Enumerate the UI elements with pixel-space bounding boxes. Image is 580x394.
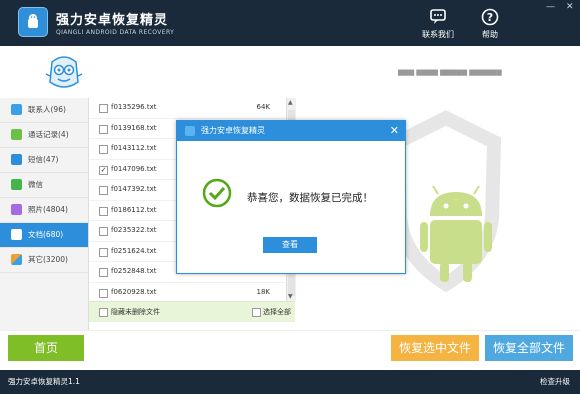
- sms-icon: [11, 154, 22, 165]
- sidebar-item-documents[interactable]: 文档(680): [0, 223, 88, 248]
- file-size: 18K: [256, 287, 271, 296]
- sidebar-item-label: 通话记录(4): [28, 130, 69, 139]
- file-name: f0139168.txt: [111, 123, 157, 132]
- dialog-title-bar: 强力安卓恢复精灵 ✕: [177, 121, 405, 141]
- sidebar-item-wechat[interactable]: 微信: [0, 173, 88, 198]
- file-name: f0143112.txt: [111, 144, 157, 152]
- sidebar-item-other[interactable]: 其它(3200): [0, 248, 88, 273]
- hide-undeleted-checkbox[interactable]: [99, 308, 108, 317]
- sidebar-item-photos[interactable]: 照片(4804): [0, 198, 88, 223]
- dialog-message: 恭喜您，数据恢复已完成！: [247, 192, 373, 204]
- contacts-icon: [11, 104, 22, 115]
- banner: ▆▆▆ ▆▆▆▆ ▆▆▆▆▆ ▆▆▆▆▆▆: [0, 46, 580, 98]
- hide-undeleted-label: 隐藏未删除文件: [111, 308, 160, 316]
- document-icon: [11, 229, 22, 240]
- photo-icon: [11, 204, 22, 215]
- select-all-checkbox[interactable]: [252, 308, 261, 317]
- file-name: f0186112.txt: [111, 205, 157, 214]
- success-check-icon: [202, 178, 232, 210]
- file-checkbox-checked[interactable]: ✓: [99, 165, 108, 175]
- sidebar-item-label: 照片(4804): [28, 205, 68, 214]
- file-checkbox[interactable]: [99, 145, 108, 154]
- version-label: 强力安卓恢复精灵1.1: [8, 377, 80, 386]
- sidebar-item-label: 其它(3200): [28, 255, 68, 264]
- category-sidebar: 联系人(96) 通话记录(4) 短信(47) 微信 照片(4804) 文档(68…: [0, 98, 89, 330]
- scroll-down-icon[interactable]: ▼: [288, 293, 293, 300]
- file-name: f0251624.txt: [111, 246, 157, 255]
- sidebar-item-label: 微信: [28, 180, 43, 189]
- mascot-icon: [44, 52, 84, 96]
- sidebar-item-label: 短信(47): [28, 155, 59, 164]
- file-name: f0135296.txt: [111, 103, 157, 111]
- check-update-link[interactable]: 检查升级: [540, 370, 570, 394]
- sidebar-item-contacts[interactable]: 联系人(96): [0, 98, 88, 123]
- file-name: f0147096.txt: [111, 164, 157, 173]
- call-log-icon: [11, 129, 22, 140]
- sidebar-item-label: 文档(680): [28, 230, 64, 239]
- help-button[interactable]: ? 帮助: [470, 8, 510, 40]
- app-title: 强力安卓恢复精灵: [56, 13, 169, 28]
- sidebar-item-call-log[interactable]: 通话记录(4): [0, 123, 88, 148]
- file-name: f0147392.txt: [111, 185, 157, 193]
- file-name: f0620928.txt: [111, 287, 157, 296]
- contact-icon: [418, 8, 458, 26]
- options-bar: 隐藏未删除文件 选择全部: [89, 301, 295, 322]
- scroll-up-icon[interactable]: ▲: [288, 99, 293, 106]
- dialog-close-button[interactable]: ✕: [390, 121, 399, 141]
- recover-all-button[interactable]: 恢复全部文件: [485, 335, 573, 361]
- other-icon: [11, 254, 22, 265]
- user-info: ▆▆▆ ▆▆▆▆ ▆▆▆▆▆ ▆▆▆▆▆▆: [398, 68, 502, 76]
- file-checkbox[interactable]: [99, 206, 108, 216]
- sidebar-item-label: 联系人(96): [28, 105, 66, 114]
- title-bar: 强力安卓恢复精灵 QIANGLI ANDROID DATA RECOVERY —…: [0, 0, 580, 46]
- app-subtitle: QIANGLI ANDROID DATA RECOVERY: [56, 29, 175, 36]
- dialog-logo-icon: [185, 126, 195, 136]
- file-row[interactable]: f0620928.txt 18K: [89, 283, 286, 302]
- file-checkbox[interactable]: [99, 186, 108, 195]
- help-label: 帮助: [482, 30, 498, 39]
- wechat-icon: [11, 179, 22, 190]
- contact-us-button[interactable]: 联系我们: [418, 8, 458, 40]
- view-button[interactable]: 查看: [263, 237, 317, 253]
- close-window-button[interactable]: ✕: [566, 2, 574, 12]
- minimize-button[interactable]: —: [546, 2, 555, 12]
- file-row[interactable]: f0135296.txt 64K: [89, 98, 286, 119]
- file-checkbox[interactable]: [99, 268, 108, 277]
- help-icon: ?: [470, 8, 510, 26]
- file-name: f0252848.txt: [111, 267, 157, 275]
- bottom-action-bar: 首页 恢复选中文件 恢复全部文件: [0, 330, 580, 369]
- file-checkbox[interactable]: [99, 227, 108, 236]
- recovery-complete-dialog: 强力安卓恢复精灵 ✕ 恭喜您，数据恢复已完成！ 查看: [176, 120, 406, 274]
- app-logo: [18, 7, 48, 37]
- status-bar: 强力安卓恢复精灵1.1 检查升级: [0, 370, 580, 394]
- home-button[interactable]: 首页: [8, 335, 84, 361]
- file-checkbox[interactable]: [99, 124, 108, 134]
- file-size: 64K: [256, 103, 271, 111]
- file-checkbox[interactable]: [99, 288, 108, 298]
- select-all-label: 选择全部: [263, 308, 291, 316]
- file-checkbox[interactable]: [99, 104, 108, 113]
- dialog-title: 强力安卓恢复精灵: [201, 126, 265, 135]
- file-name: f0235322.txt: [111, 226, 157, 234]
- svg-text:?: ?: [487, 11, 493, 24]
- recover-selected-button[interactable]: 恢复选中文件: [391, 335, 479, 361]
- file-checkbox[interactable]: [99, 247, 108, 257]
- sidebar-item-sms[interactable]: 短信(47): [0, 148, 88, 173]
- contact-us-label: 联系我们: [422, 30, 454, 39]
